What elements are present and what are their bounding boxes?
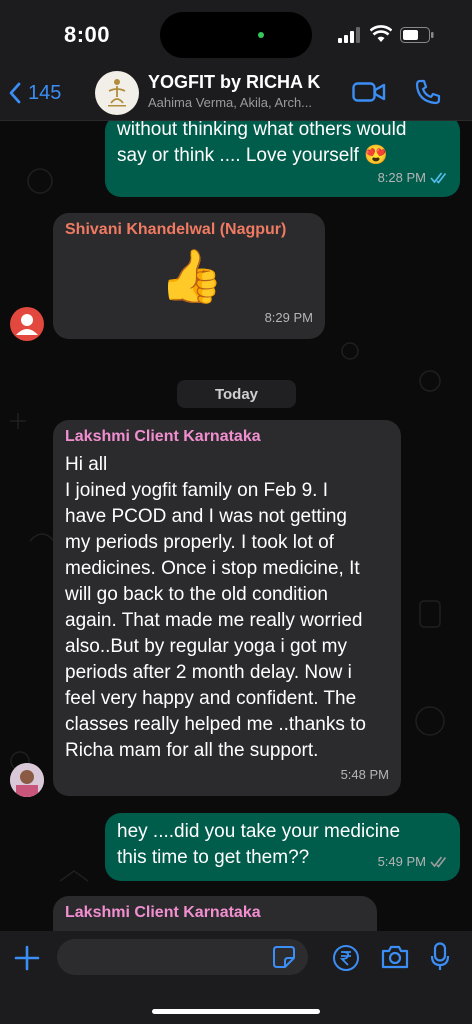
- message-meta: 8:28 PM: [378, 165, 448, 191]
- message-text: without thinking what others would say o…: [117, 121, 407, 166]
- sender-name: Lakshmi Client Karnataka: [65, 428, 261, 445]
- chat-header: 145 YOGFIT by RICHA K Aahima Verma, Akil…: [0, 68, 472, 121]
- microphone-icon[interactable]: [430, 942, 450, 972]
- message-bubble-outgoing[interactable]: hey ....did you take your medicine this …: [105, 813, 460, 881]
- message-time: 5:48 PM: [340, 767, 389, 782]
- message-meta: 8:29 PM: [265, 305, 313, 331]
- wifi-icon: [370, 25, 392, 42]
- profile-photo-icon: [10, 763, 44, 797]
- camera-indicator-icon: [258, 32, 264, 38]
- dynamic-island: [160, 12, 312, 58]
- date-separator: Today: [177, 380, 296, 408]
- chevron-left-icon: [9, 82, 21, 104]
- chat-messages[interactable]: without thinking what others would say o…: [0, 121, 472, 931]
- payment-rupee-icon[interactable]: [332, 944, 360, 972]
- video-call-icon[interactable]: [352, 80, 386, 104]
- message-bubble-incoming[interactable]: Lakshmi Client Karnataka Hi all I joined…: [53, 420, 401, 796]
- group-avatar[interactable]: [95, 71, 139, 115]
- status-bar: 8:00: [0, 0, 472, 68]
- sticker-icon[interactable]: [272, 945, 296, 969]
- message-text: hey ....did you take your medicine this …: [117, 821, 401, 868]
- status-time: 8:00: [64, 22, 111, 47]
- sender-name: Lakshmi Client Karnataka: [65, 904, 261, 921]
- sender-avatar[interactable]: [10, 763, 44, 797]
- message-time: 8:28 PM: [377, 170, 426, 185]
- message-input[interactable]: [57, 939, 308, 975]
- phone-call-icon[interactable]: [414, 78, 442, 106]
- message-time: 5:49 PM: [377, 854, 426, 869]
- signal-icon: [338, 27, 360, 43]
- sender-name: Shivani Khandelwal (Nagpur): [65, 221, 287, 238]
- back-button[interactable]: 145: [8, 78, 61, 108]
- person-icon: [16, 314, 38, 335]
- message-meta: 5:49 PM: [378, 849, 448, 875]
- message-meta: 5:48 PM: [341, 762, 389, 788]
- yoga-logo-icon: [108, 79, 126, 107]
- read-receipt-icon: [430, 172, 447, 184]
- message-bubble-incoming[interactable]: Shivani Khandelwal (Nagpur) 👍 8:29 PM: [53, 213, 325, 339]
- chat-members[interactable]: Aahima Verma, Akila, Arch...: [148, 95, 338, 110]
- message-composer: [0, 931, 472, 1024]
- battery-icon: [400, 27, 434, 43]
- message-text: Hi all I joined yogfit family on Feb 9. …: [65, 454, 366, 761]
- message-bubble-outgoing[interactable]: without thinking what others would say o…: [105, 121, 460, 197]
- sender-avatar[interactable]: [10, 307, 44, 341]
- message-time: 8:29 PM: [264, 310, 313, 325]
- delivered-receipt-icon: [430, 856, 447, 868]
- attach-plus-icon[interactable]: [14, 945, 40, 971]
- message-bubble-incoming[interactable]: Lakshmi Client Karnataka: [53, 896, 377, 931]
- camera-icon[interactable]: [380, 944, 410, 970]
- home-indicator[interactable]: [152, 1009, 320, 1014]
- unread-count: 145: [28, 81, 62, 104]
- thumbs-up-emoji: 👍: [159, 248, 224, 306]
- chat-title[interactable]: YOGFIT by RICHA K: [148, 72, 320, 93]
